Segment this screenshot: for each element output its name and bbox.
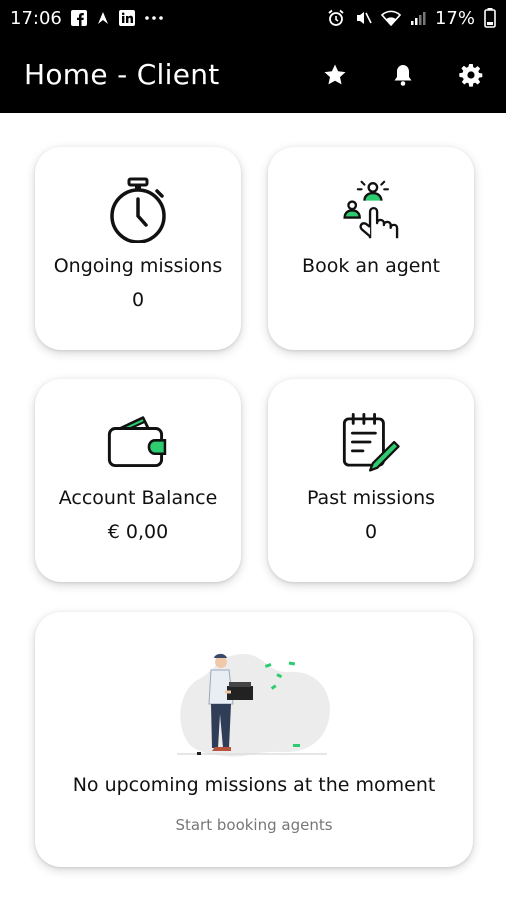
start-booking-link[interactable]: Start booking agents bbox=[175, 816, 332, 834]
stopwatch-icon bbox=[106, 177, 170, 243]
book-agent-label: Book an agent bbox=[302, 255, 440, 277]
status-left: 17:06 bbox=[10, 8, 164, 29]
past-missions-label: Past missions bbox=[306, 487, 436, 509]
gear-icon[interactable] bbox=[458, 62, 484, 88]
notification-icon bbox=[96, 10, 110, 26]
ongoing-missions-label: Ongoing missions bbox=[53, 255, 223, 277]
battery-icon bbox=[484, 8, 496, 28]
delivery-person-illustration bbox=[169, 634, 339, 762]
app-bar: Home - Client bbox=[0, 36, 506, 113]
account-balance-label: Account Balance bbox=[58, 487, 218, 509]
more-dots-icon bbox=[144, 15, 164, 21]
notepad-pencil-icon bbox=[339, 409, 403, 475]
past-missions-card[interactable]: Past missions 0 bbox=[268, 379, 474, 582]
upcoming-missions-card: No upcoming missions at the moment Start… bbox=[35, 612, 473, 867]
hand-pointer-agents-icon bbox=[339, 177, 403, 243]
facebook-icon bbox=[70, 10, 87, 26]
book-agent-card[interactable]: Book an agent bbox=[268, 147, 474, 350]
status-bar: 17:06 17% bbox=[0, 0, 506, 36]
bell-icon[interactable] bbox=[390, 62, 416, 88]
page-title: Home - Client bbox=[24, 58, 220, 91]
account-balance-card[interactable]: Account Balance € 0,00 bbox=[35, 379, 241, 582]
ongoing-missions-count: 0 bbox=[131, 289, 145, 311]
battery-percentage: 17% bbox=[434, 7, 475, 29]
status-right: 17% bbox=[327, 8, 496, 29]
account-balance-value: € 0,00 bbox=[107, 521, 169, 543]
past-missions-count: 0 bbox=[364, 521, 378, 543]
no-upcoming-missions-title: No upcoming missions at the moment bbox=[72, 774, 436, 796]
status-time: 17:06 bbox=[10, 7, 62, 29]
wallet-icon bbox=[106, 409, 170, 475]
linkedin-icon bbox=[118, 10, 135, 26]
ongoing-missions-card[interactable]: Ongoing missions 0 bbox=[35, 147, 241, 350]
app-bar-actions bbox=[322, 62, 484, 88]
signal-icon bbox=[410, 10, 426, 26]
alarm-icon bbox=[327, 9, 345, 27]
star-icon[interactable] bbox=[322, 62, 348, 88]
wifi-icon bbox=[380, 10, 401, 26]
mute-icon bbox=[354, 9, 372, 27]
